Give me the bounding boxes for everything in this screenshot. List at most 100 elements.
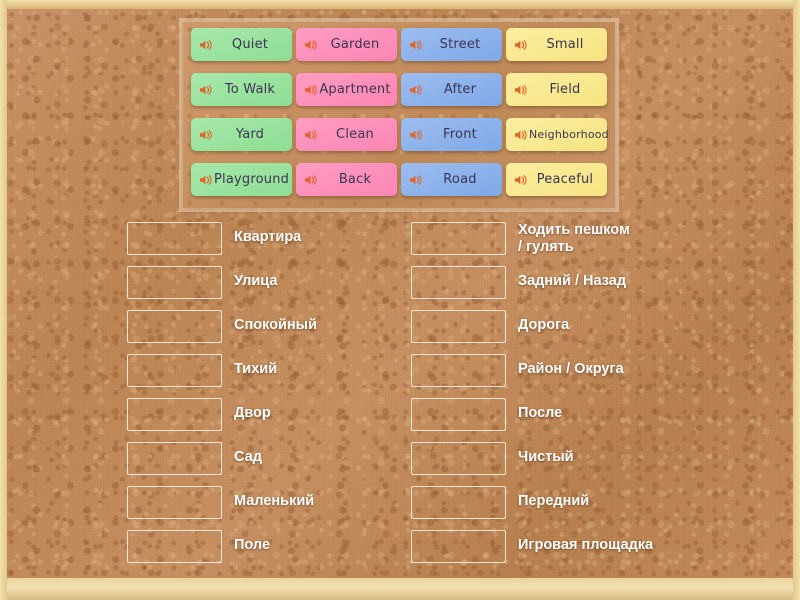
- answer-label: Двор: [234, 405, 271, 421]
- word-tile-field[interactable]: Field: [506, 73, 607, 106]
- answer-drop-box[interactable]: [127, 354, 222, 387]
- answer-row: Спокойный: [127, 310, 317, 343]
- answer-drop-box[interactable]: [411, 222, 506, 255]
- speaker-icon[interactable]: [303, 37, 319, 53]
- answer-drop-box[interactable]: [127, 222, 222, 255]
- word-tile-label: Peaceful: [536, 172, 594, 187]
- word-tile-label: Quiet: [231, 37, 269, 52]
- answer-label: Поле: [234, 537, 271, 553]
- word-tile-quiet[interactable]: Quiet: [191, 28, 292, 61]
- speaker-icon[interactable]: [513, 82, 529, 98]
- speaker-icon[interactable]: [513, 172, 529, 188]
- answer-row: После: [411, 398, 562, 431]
- speaker-icon[interactable]: [198, 172, 214, 188]
- answer-drop-box[interactable]: [127, 442, 222, 475]
- speaker-icon[interactable]: [513, 37, 529, 53]
- speaker-icon[interactable]: [513, 127, 529, 143]
- speaker-icon[interactable]: [303, 127, 319, 143]
- word-tile-label: To Walk: [224, 82, 276, 97]
- word-tile-apartment[interactable]: Apartment: [296, 73, 397, 106]
- answer-row: Сад: [127, 442, 262, 475]
- answer-row: Район / Округа: [411, 354, 624, 387]
- answer-drop-box[interactable]: [411, 266, 506, 299]
- answer-row: Двор: [127, 398, 271, 431]
- word-tile-label: Field: [549, 82, 581, 97]
- answer-drop-box[interactable]: [127, 398, 222, 431]
- answer-label: Спокойный: [234, 317, 317, 333]
- answer-drop-box[interactable]: [127, 530, 222, 563]
- answer-label: Маленький: [234, 493, 315, 509]
- answer-label: Дорога: [518, 317, 570, 333]
- answer-row: Улица: [127, 266, 277, 299]
- answer-drop-box[interactable]: [411, 354, 506, 387]
- frame-top-edge: [0, 0, 800, 9]
- answer-drop-box[interactable]: [127, 310, 222, 343]
- word-tile-yard[interactable]: Yard: [191, 118, 292, 151]
- answer-drop-box[interactable]: [411, 310, 506, 343]
- word-tile-to-walk[interactable]: To Walk: [191, 73, 292, 106]
- answer-label: Чистый: [518, 449, 574, 465]
- speaker-icon[interactable]: [303, 82, 319, 98]
- word-tile-front[interactable]: Front: [401, 118, 502, 151]
- answer-row: Передний: [411, 486, 589, 519]
- frame-left-edge: [0, 0, 7, 600]
- answer-row: Маленький: [127, 486, 314, 519]
- word-tile-label: Street: [439, 37, 481, 52]
- answer-drop-box[interactable]: [127, 486, 222, 519]
- answer-label: Ходить пешком / гулять: [518, 222, 630, 255]
- speaker-icon[interactable]: [198, 82, 214, 98]
- word-tile-neighborhood[interactable]: Neighborhood: [506, 118, 609, 151]
- word-tile-label: Front: [443, 127, 477, 142]
- word-tile-label: Garden: [330, 37, 380, 52]
- answer-label: Улица: [234, 273, 278, 289]
- word-tile-playground[interactable]: Playground: [191, 163, 292, 196]
- word-tile-label: Playground: [214, 172, 290, 187]
- word-tile-garden[interactable]: Garden: [296, 28, 397, 61]
- word-tile-clean[interactable]: Clean: [296, 118, 397, 151]
- answer-row: Квартира: [127, 222, 301, 255]
- speaker-icon[interactable]: [198, 37, 214, 53]
- answer-drop-box[interactable]: [411, 398, 506, 431]
- word-tile-label: Back: [338, 172, 372, 187]
- speaker-icon[interactable]: [408, 82, 424, 98]
- frame-right-edge: [793, 0, 800, 600]
- speaker-icon[interactable]: [303, 172, 319, 188]
- speaker-icon[interactable]: [408, 127, 424, 143]
- word-tiles-tray: Quiet Garden Street Small To Walk Apartment Af…: [183, 22, 615, 208]
- speaker-icon[interactable]: [408, 37, 424, 53]
- answer-drop-box[interactable]: [411, 530, 506, 563]
- answer-row: Игровая площадка: [411, 530, 653, 563]
- word-tile-road[interactable]: Road: [401, 163, 502, 196]
- word-tile-label: Road: [443, 172, 477, 187]
- answer-label: После: [518, 405, 563, 421]
- answer-label: Тихий: [234, 361, 278, 377]
- answer-label: Сад: [234, 449, 262, 465]
- answer-drop-box[interactable]: [411, 442, 506, 475]
- word-tile-back[interactable]: Back: [296, 163, 397, 196]
- answer-row: Чистый: [411, 442, 574, 475]
- answer-drop-box[interactable]: [127, 266, 222, 299]
- answer-row: Поле: [127, 530, 270, 563]
- answer-row: Задний / Назад: [411, 266, 626, 299]
- frame-bottom-edge: [0, 578, 800, 600]
- word-tile-label: After: [443, 82, 477, 97]
- answer-label: Квартира: [234, 229, 302, 245]
- word-tile-label: Neighborhood: [529, 128, 609, 141]
- answer-row: Тихий: [127, 354, 277, 387]
- word-tile-label: Small: [546, 37, 584, 52]
- word-tile-small[interactable]: Small: [506, 28, 607, 61]
- speaker-icon[interactable]: [408, 172, 424, 188]
- answer-drop-box[interactable]: [411, 486, 506, 519]
- word-tile-label: Clean: [336, 127, 374, 142]
- word-tile-street[interactable]: Street: [401, 28, 502, 61]
- answer-label: Передний: [518, 493, 590, 509]
- answer-row: Ходить пешком / гулять: [411, 222, 630, 256]
- answer-row: Дорога: [411, 310, 569, 343]
- word-tile-label: Apartment: [319, 82, 391, 97]
- word-tile-after[interactable]: After: [401, 73, 502, 106]
- answer-label: Район / Округа: [518, 361, 624, 377]
- word-tile-peaceful[interactable]: Peaceful: [506, 163, 607, 196]
- answer-label: Игровая площадка: [518, 537, 654, 553]
- speaker-icon[interactable]: [198, 127, 214, 143]
- game-board: Quiet Garden Street Small To Walk Apartment Af…: [0, 0, 800, 600]
